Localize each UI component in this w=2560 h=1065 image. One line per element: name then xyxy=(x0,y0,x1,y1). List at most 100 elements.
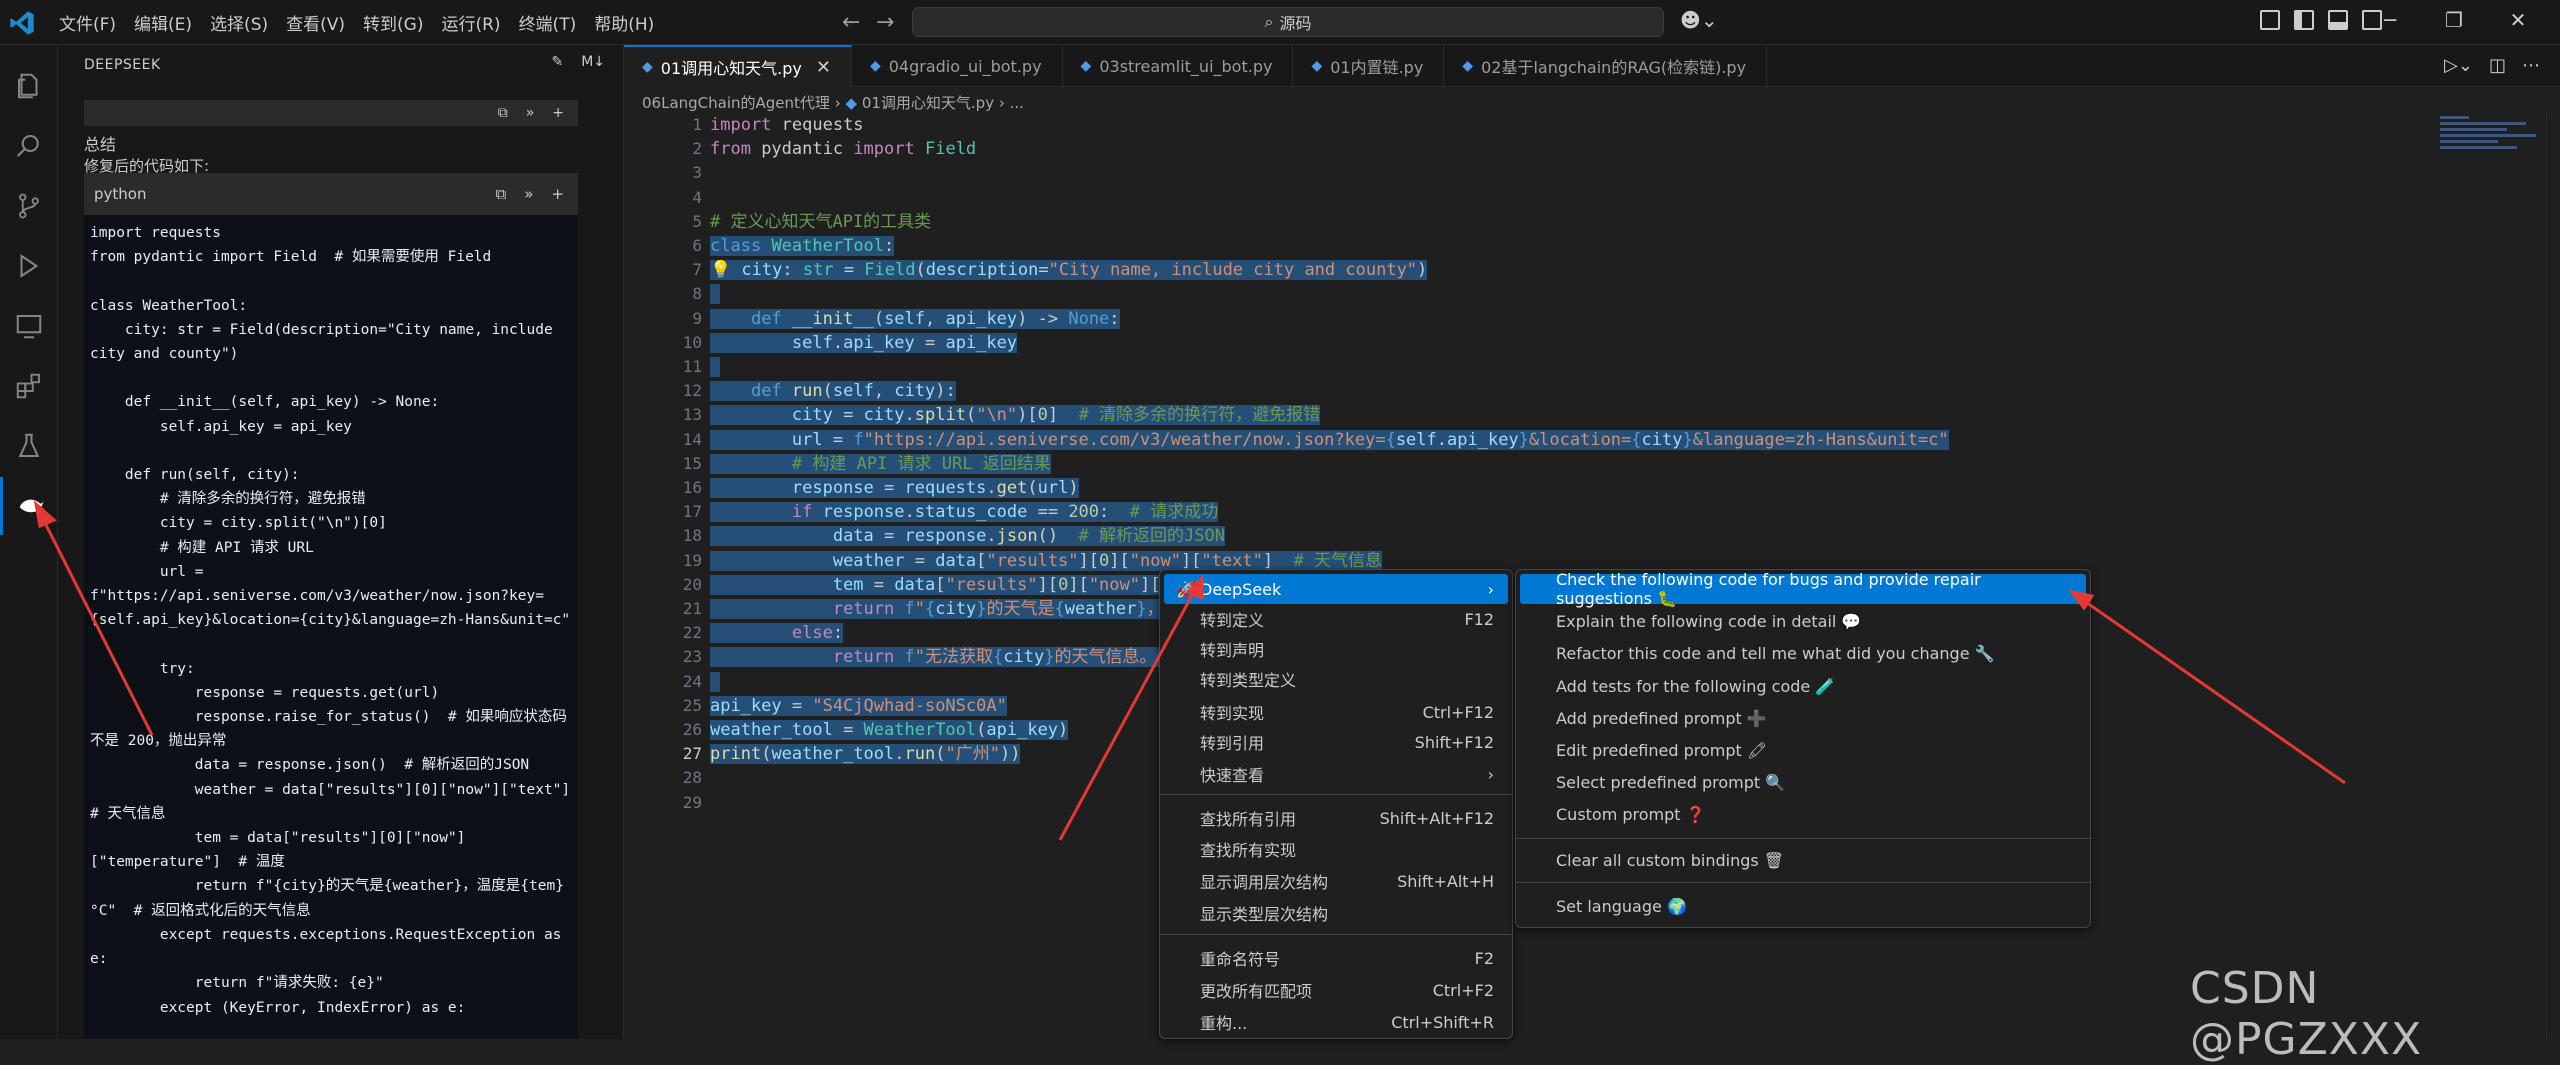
menu-item-go-to-references[interactable]: 转到引用 Shift+F12 xyxy=(1164,727,1508,757)
explorer-icon[interactable] xyxy=(0,57,58,115)
code-block-line xyxy=(90,632,572,656)
menu-go[interactable]: 转到(G) xyxy=(354,10,432,35)
breadcrumb: 06LangChain的Agent代理 › ◆ 01调用心知天气.py › ..… xyxy=(642,92,1024,113)
run-icon[interactable]: ▷⌄ xyxy=(2444,55,2473,76)
tab-label: 01调用心知天气.py xyxy=(660,59,802,78)
line-number: 21 xyxy=(682,599,702,619)
menu-item-go-to-implementation[interactable]: 转到实现 Ctrl+F12 xyxy=(1164,697,1508,727)
code-block-line xyxy=(90,269,572,293)
menu-item-show-call-hierarchy[interactable]: 显示调用层次结构 Shift+Alt+H xyxy=(1164,866,1508,896)
code-block-line: def run(self, city): xyxy=(90,467,300,484)
vscode-logo-icon xyxy=(10,11,34,35)
line-number: 10 xyxy=(682,332,702,352)
editor-scrollbar[interactable] xyxy=(2546,113,2560,1039)
line-number: 17 xyxy=(682,502,702,522)
copy-code-icon[interactable]: ⧉ xyxy=(496,185,507,203)
menu-file[interactable]: 文件(F) xyxy=(50,10,125,35)
customize-layout-icon[interactable] xyxy=(2260,10,2280,30)
minimap[interactable] xyxy=(2440,113,2536,173)
menu-item-rename-symbol[interactable]: 重命名符号 F2 xyxy=(1164,943,1508,973)
tab-02rag[interactable]: ◆ 02基于langchain的RAG(检索链).py xyxy=(1444,45,1768,87)
tab-01chain[interactable]: ◆ 01内置链.py xyxy=(1293,45,1445,87)
forward-arrow-icon[interactable]: → xyxy=(876,10,894,35)
new-chat-icon[interactable]: ✎ xyxy=(551,54,563,70)
menu-view[interactable]: 查看(V) xyxy=(277,10,354,35)
menu-item-refactor[interactable]: 重构... Ctrl+Shift+R xyxy=(1164,1007,1508,1037)
minimize-icon[interactable]: ─ xyxy=(2358,8,2422,32)
remote-explorer-icon[interactable] xyxy=(0,297,58,355)
menu-separator xyxy=(1516,882,2092,883)
line-number: 7 xyxy=(692,260,702,280)
back-arrow-icon[interactable]: ← xyxy=(842,10,860,35)
insert-icon[interactable]: » xyxy=(526,105,535,121)
breadcrumb-file[interactable]: 01调用心知天气.py xyxy=(862,94,994,112)
tab-04gradio[interactable]: ◆ 04gradio_ui_bot.py xyxy=(852,45,1063,87)
line-number: 6 xyxy=(692,236,702,256)
submenu-item-add-prompt[interactable]: Add predefined prompt ➕ xyxy=(1520,703,2086,733)
menu-item-deepseek[interactable]: 🚀 DeepSeek › xyxy=(1164,574,1508,604)
chevron-right-icon: › xyxy=(1487,579,1494,599)
breadcrumb-folder[interactable]: 06LangChain的Agent代理 xyxy=(642,94,830,112)
toggle-primary-sidebar-icon[interactable] xyxy=(2294,10,2314,30)
submenu-item-custom-prompt[interactable]: Custom prompt ❓ xyxy=(1520,799,2086,829)
code-block-line xyxy=(90,439,572,463)
command-center-search[interactable]: ⌕ 源码 xyxy=(912,7,1664,37)
menu-terminal[interactable]: 终端(T) xyxy=(510,10,586,35)
more-actions-icon[interactable]: ⋯ xyxy=(2522,55,2540,76)
code-block-line: response = requests.get(url) xyxy=(90,684,440,701)
add-code-icon[interactable]: + xyxy=(551,185,564,203)
submenu-item-select-prompt[interactable]: Select predefined prompt 🔍 xyxy=(1520,767,2086,797)
menu-item-find-all-references[interactable]: 查找所有引用 Shift+Alt+F12 xyxy=(1164,803,1508,833)
submenu-item-clear-bindings[interactable]: Clear all custom bindings 🗑 xyxy=(1520,845,2086,875)
line-number: 27 xyxy=(682,744,702,764)
extensions-icon[interactable] xyxy=(0,357,58,415)
menu-run[interactable]: 运行(R) xyxy=(432,10,509,35)
submenu-item-edit-prompt[interactable]: Edit predefined prompt 🖍 xyxy=(1520,735,2086,765)
copilot-icon[interactable]: ☻⌄ xyxy=(1680,8,1718,32)
line-number: 9 xyxy=(692,308,702,328)
submenu-item-add-tests[interactable]: Add tests for the following code 🧪 xyxy=(1520,671,2086,701)
menu-item-go-to-type-definition[interactable]: 转到类型定义 xyxy=(1164,664,1508,694)
deepseek-whale-icon[interactable] xyxy=(0,477,58,535)
menu-selection[interactable]: 选择(S) xyxy=(201,10,277,35)
close-tab-icon[interactable]: ✕ xyxy=(816,57,831,78)
menu-item-peek[interactable]: 快速查看 › xyxy=(1164,759,1508,789)
run-debug-icon[interactable] xyxy=(0,237,58,295)
menu-item-go-to-definition[interactable]: 转到定义 F12 xyxy=(1164,604,1508,634)
markdown-icon[interactable]: M↓ xyxy=(581,54,605,70)
menu-item-find-all-implementations[interactable]: 查找所有实现 xyxy=(1164,834,1508,864)
code-block-line: city: str = Field(description="City name… xyxy=(90,321,562,363)
lightbulb-icon[interactable]: 💡 xyxy=(710,260,731,280)
code-block-line: return f"{city}的天气是{weather}，温度是{tem}°C"… xyxy=(90,878,564,919)
menu-item-change-all-occurrences[interactable]: 更改所有匹配项 Ctrl+F2 xyxy=(1164,975,1508,1005)
submenu-item-explain-code[interactable]: Explain the following code in detail 💬 xyxy=(1520,606,2086,636)
line-number: 2 xyxy=(692,139,702,159)
code-block-line: try: xyxy=(90,660,195,677)
menu-item-show-type-hierarchy[interactable]: 显示类型层次结构 xyxy=(1164,898,1508,928)
search-icon[interactable] xyxy=(0,117,58,175)
menu-edit[interactable]: 编辑(E) xyxy=(125,10,201,35)
code-block-line: self.api_key = api_key xyxy=(90,418,352,435)
toggle-panel-icon[interactable] xyxy=(2328,10,2348,30)
code-block-line: f"https://api.seniverse.com/v3/weather/n… xyxy=(90,588,571,629)
split-editor-icon[interactable]: ◫ xyxy=(2489,55,2506,76)
code-line: city = city.split("\n")[0] # 清除多余的换行符，避免… xyxy=(710,403,1949,427)
close-icon[interactable]: ✕ xyxy=(2486,8,2550,32)
submenu-item-refactor-code[interactable]: Refactor this code and tell me what did … xyxy=(1520,638,2086,668)
testing-flask-icon[interactable] xyxy=(0,417,58,475)
menu-item-go-to-declaration[interactable]: 转到声明 xyxy=(1164,634,1508,664)
restore-icon[interactable]: ❐ xyxy=(2422,8,2486,32)
insert-code-icon[interactable]: » xyxy=(524,185,533,203)
breadcrumb-more[interactable]: ... xyxy=(1010,94,1024,112)
add-icon[interactable]: + xyxy=(552,105,564,121)
line-number: 28 xyxy=(682,768,702,788)
copy-icon[interactable]: ⧉ xyxy=(498,105,508,121)
tab-03streamlit[interactable]: ◆ 03streamlit_ui_bot.py xyxy=(1063,45,1294,87)
menu-help[interactable]: 帮助(H) xyxy=(585,10,663,35)
submenu-item-set-language[interactable]: Set language 🌍 xyxy=(1520,891,2086,921)
tab-01-weather[interactable]: ◆ 01调用心知天气.py ✕ xyxy=(624,45,852,87)
source-control-icon[interactable] xyxy=(0,177,58,235)
tab-label: 03streamlit_ui_bot.py xyxy=(1099,56,1273,76)
submenu-item-check-bugs[interactable]: Check the following code for bugs and pr… xyxy=(1520,570,2086,608)
